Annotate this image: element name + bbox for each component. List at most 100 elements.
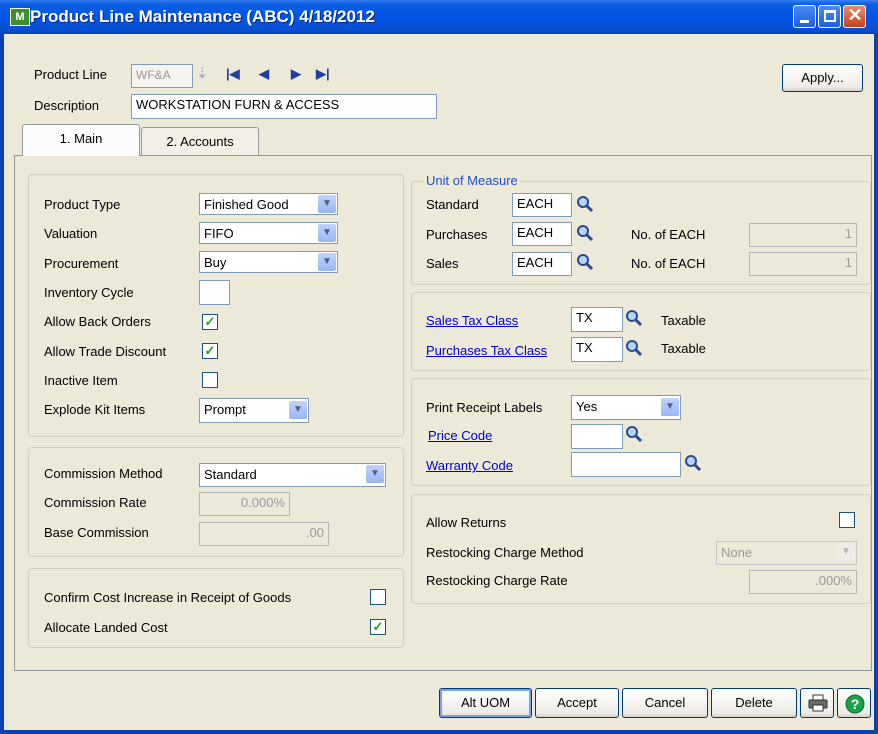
search-icon[interactable] — [625, 309, 643, 327]
window-frame-right — [874, 34, 878, 734]
commission-rate-input[interactable]: 0.000% — [199, 492, 290, 516]
restocking-rate-label: Restocking Charge Rate — [426, 573, 568, 588]
chevron-down-icon[interactable]: ▼ — [366, 465, 384, 483]
allow-returns-label: Allow Returns — [426, 515, 507, 530]
app-icon: M — [10, 8, 30, 26]
uom-standard-label: Standard — [426, 197, 479, 212]
warranty-code-link[interactable]: Warranty Code — [426, 458, 513, 473]
explode-kit-select[interactable]: Prompt ▼ — [199, 398, 309, 423]
search-icon[interactable] — [576, 253, 594, 271]
close-button[interactable]: ✕ — [843, 5, 866, 28]
tab-main[interactable]: 1. Main — [22, 124, 140, 156]
price-code-link[interactable]: Price Code — [428, 428, 492, 443]
inventory-cycle-input[interactable] — [199, 280, 230, 305]
close-icon: ✕ — [847, 5, 863, 25]
search-icon[interactable] — [625, 339, 643, 357]
sales-no-input[interactable]: 1 — [749, 252, 857, 276]
allocate-landed-checkbox[interactable]: ✓ — [370, 619, 386, 635]
warranty-code-input[interactable] — [571, 452, 681, 477]
chevron-down-icon[interactable]: ▼ — [837, 543, 855, 561]
purchases-no-input[interactable]: 1 — [749, 223, 857, 247]
uom-sales-input[interactable]: EACH — [512, 252, 572, 276]
chevron-down-icon[interactable]: ▼ — [318, 195, 336, 213]
restocking-rate-input[interactable]: .000% — [749, 570, 857, 594]
tab-main-label: 1. Main — [59, 131, 103, 146]
product-type-label: Product Type — [44, 197, 121, 212]
tax-group — [411, 292, 871, 371]
help-button[interactable]: ? — [837, 688, 871, 718]
cost-group — [28, 568, 404, 648]
accept-button[interactable]: Accept — [535, 688, 619, 718]
next-record-icon[interactable]: ▶ — [291, 66, 301, 82]
description-input[interactable]: WORKSTATION FURN & ACCESS — [131, 94, 437, 119]
search-icon[interactable] — [576, 224, 594, 242]
tab-accounts[interactable]: 2. Accounts — [141, 127, 259, 156]
valuation-select[interactable]: FIFO ▼ — [199, 222, 338, 244]
window-frame-left — [0, 34, 4, 734]
valuation-value: FIFO — [204, 226, 234, 241]
product-line-input[interactable]: WF&A — [131, 64, 193, 88]
print-button[interactable] — [800, 688, 834, 718]
chevron-down-icon[interactable]: ▼ — [289, 401, 307, 419]
purchases-tax-class-link[interactable]: Purchases Tax Class — [426, 343, 547, 358]
previous-record-icon[interactable]: ◀ — [259, 66, 269, 82]
print-receipt-labels-label: Print Receipt Labels — [426, 400, 543, 415]
chevron-down-icon[interactable]: ▼ — [318, 253, 336, 271]
restocking-method-value: None — [721, 545, 753, 560]
restocking-method-label: Restocking Charge Method — [426, 545, 584, 560]
procurement-label: Procurement — [44, 256, 119, 271]
apply-button[interactable]: Apply... — [782, 64, 863, 92]
procurement-select[interactable]: Buy ▼ — [199, 251, 338, 273]
window-frame-bottom — [0, 730, 878, 734]
commission-method-value: Standard — [204, 467, 257, 482]
commission-method-select[interactable]: Standard ▼ — [199, 463, 386, 487]
uom-sales-label: Sales — [426, 256, 459, 271]
product-line-label: Product Line — [34, 67, 107, 82]
title-bar[interactable]: M Product Line Maintenance (ABC) 4/18/20… — [0, 0, 878, 34]
inactive-item-checkbox[interactable] — [202, 372, 218, 388]
svg-text:?: ? — [851, 696, 860, 712]
commission-method-label: Commission Method — [44, 466, 163, 481]
restocking-method-select[interactable]: None ▼ — [716, 541, 857, 565]
minimize-icon — [800, 20, 809, 23]
search-icon[interactable] — [576, 195, 594, 213]
uom-standard-input[interactable]: EACH — [512, 193, 572, 217]
purchases-no-label: No. of EACH — [631, 227, 706, 242]
delete-button[interactable]: Delete — [711, 688, 797, 718]
last-record-icon[interactable]: ▶| — [316, 66, 330, 82]
cancel-button[interactable]: Cancel — [622, 688, 708, 718]
explode-kit-value: Prompt — [204, 402, 246, 417]
sales-tax-class-input[interactable]: TX — [571, 307, 623, 332]
search-icon[interactable] — [625, 425, 643, 443]
purchases-tax-class-input[interactable]: TX — [571, 337, 623, 362]
allocate-landed-label: Allocate Landed Cost — [44, 620, 168, 635]
lookup-icon[interactable]: ⇣ — [196, 64, 212, 84]
sales-tax-description: Taxable — [661, 313, 706, 328]
printer-icon — [808, 694, 828, 712]
first-record-icon[interactable]: |◀ — [226, 66, 240, 82]
search-icon[interactable] — [684, 454, 702, 472]
minimize-button[interactable] — [793, 5, 816, 28]
allow-returns-checkbox[interactable] — [839, 512, 855, 528]
alt-uom-button[interactable]: Alt UOM — [439, 688, 532, 718]
print-receipt-labels-select[interactable]: Yes ▼ — [571, 395, 681, 420]
tab-accounts-label: 2. Accounts — [166, 134, 234, 149]
print-receipt-labels-value: Yes — [576, 399, 598, 414]
sales-tax-class-link[interactable]: Sales Tax Class — [426, 313, 518, 328]
price-code-input[interactable] — [571, 424, 623, 449]
chevron-down-icon[interactable]: ▼ — [318, 224, 336, 242]
maximize-button[interactable] — [818, 5, 841, 28]
inactive-item-label: Inactive Item — [44, 373, 118, 388]
confirm-cost-checkbox[interactable] — [370, 589, 386, 605]
base-commission-input[interactable]: .00 — [199, 522, 329, 546]
chevron-down-icon[interactable]: ▼ — [661, 398, 679, 416]
allow-back-orders-checkbox[interactable]: ✓ — [202, 314, 218, 330]
product-type-select[interactable]: Finished Good ▼ — [199, 193, 338, 215]
help-icon: ? — [845, 694, 865, 714]
allow-trade-discount-checkbox[interactable]: ✓ — [202, 343, 218, 359]
window-title: Product Line Maintenance (ABC) 4/18/2012 — [30, 7, 375, 26]
purchases-tax-description: Taxable — [661, 341, 706, 356]
uom-purchases-input[interactable]: EACH — [512, 222, 572, 246]
explode-kit-label: Explode Kit Items — [44, 402, 146, 417]
commission-rate-label: Commission Rate — [44, 495, 147, 510]
